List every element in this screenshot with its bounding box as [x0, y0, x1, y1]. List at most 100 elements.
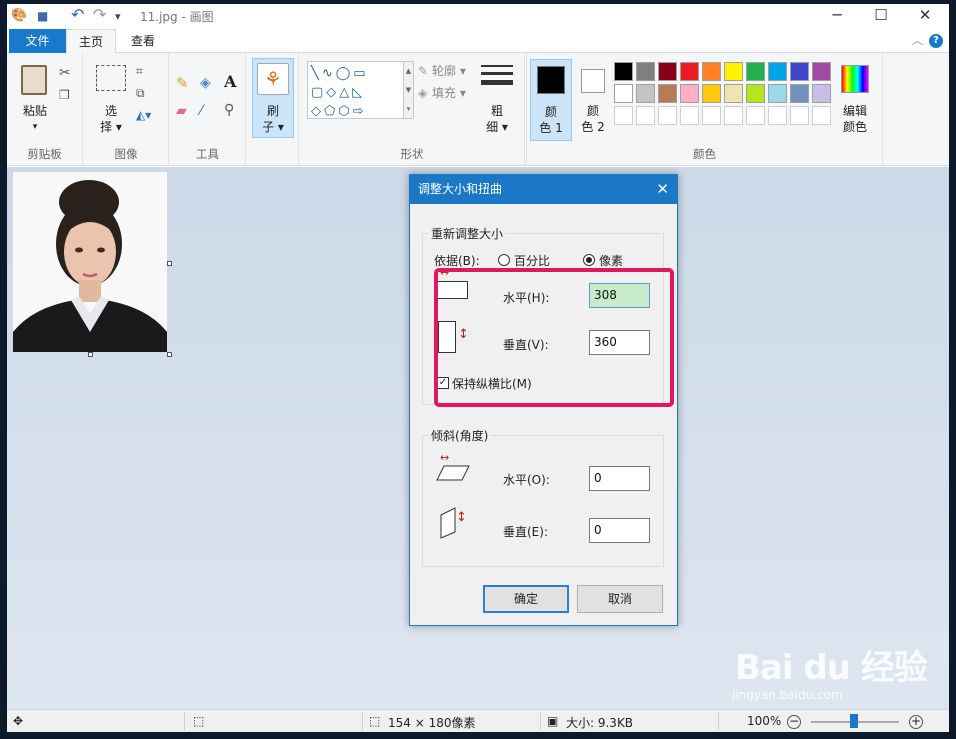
- maximize-button[interactable]: ☐: [859, 4, 903, 28]
- cut-icon[interactable]: ✂: [59, 65, 71, 81]
- fill-label[interactable]: 填充 ▾: [432, 85, 466, 101]
- brush-label-2[interactable]: 子 ▾: [253, 119, 293, 135]
- pixels-radio[interactable]: [583, 254, 595, 266]
- paste-dropdown[interactable]: ▾: [15, 119, 55, 135]
- shapes-group-label: 形状: [400, 147, 424, 161]
- size-line-medium: [481, 72, 513, 75]
- percent-label[interactable]: 百分比: [514, 252, 550, 269]
- outline-icon[interactable]: ✎: [418, 63, 428, 79]
- redo-icon[interactable]: ↷: [93, 5, 106, 24]
- tab-view[interactable]: 查看: [118, 29, 168, 53]
- dialog-title: 调整大小和扭曲: [410, 175, 677, 204]
- customize-toolbar-icon[interactable]: ▾: [115, 10, 121, 23]
- skew-horizontal-icon: [436, 465, 470, 481]
- percent-radio[interactable]: [498, 254, 510, 266]
- skew-vertical-icon: [440, 507, 456, 539]
- size-line-thin: [481, 65, 513, 67]
- fill-icon[interactable]: ◈: [418, 85, 427, 101]
- file-size-icon: ▣: [547, 714, 559, 728]
- tab-file[interactable]: 文件: [9, 29, 66, 53]
- select-icon[interactable]: [96, 65, 126, 91]
- zoom-out-button[interactable]: −: [787, 715, 801, 729]
- title-bar: 🎨 ■ ↶ ↷ ▾ 11.jpg - 画图 ─ ☐ ✕: [7, 4, 949, 29]
- image-canvas[interactable]: [13, 172, 167, 352]
- baidu-watermark-url: jingyan.baidu.com: [732, 688, 843, 702]
- minimize-button[interactable]: ─: [815, 4, 859, 28]
- status-separator-1: [184, 712, 185, 730]
- tab-home[interactable]: 主页: [66, 29, 116, 54]
- skew-vertical-label: 垂直(E):: [503, 525, 548, 539]
- image-group-label: 图像: [114, 147, 138, 161]
- zoom-level: 100%: [747, 714, 782, 728]
- clipboard-group: 粘贴 ▾ ✂ ❐ 剪贴板: [7, 53, 83, 166]
- status-bar: ✥ ⬚ ⬚ 154 × 180像素 ▣ 大小: 9.3KB 100% − +: [7, 709, 949, 732]
- skew-vertical-input[interactable]: 0: [589, 518, 650, 543]
- brush-icon[interactable]: ⚘: [257, 63, 289, 95]
- portrait-photo: [13, 172, 167, 352]
- size-button[interactable]: 粗 细 ▾: [477, 61, 517, 141]
- eraser-icon[interactable]: ▰: [176, 103, 187, 119]
- colors-group-label: 颜色: [693, 147, 716, 161]
- paste-icon[interactable]: [21, 65, 47, 95]
- magnifier-icon[interactable]: ⚲: [224, 102, 234, 118]
- undo-icon[interactable]: ↶: [71, 5, 84, 24]
- tools-group: ✎ ◈ A ▰ ⁄ ⚲ 工具: [170, 53, 246, 166]
- cancel-button[interactable]: 取消: [577, 585, 663, 613]
- ribbon: 粘贴 ▾ ✂ ❐ 剪贴板 选 择 ▾ ⌗ ⧉ ◭▾ 图像 ✎ ◈ A ▰ ⁄ ⚲…: [7, 53, 949, 166]
- size-line-thick: [481, 80, 513, 85]
- brush-group: ⚘ 刷 子 ▾: [247, 53, 299, 166]
- save-icon[interactable]: ■: [37, 9, 48, 23]
- brush-label-1[interactable]: 刷: [253, 103, 293, 119]
- resize-handle-right[interactable]: [167, 261, 172, 266]
- close-button[interactable]: ✕: [903, 4, 947, 28]
- text-tool-icon[interactable]: A: [224, 74, 236, 90]
- image-group: 选 择 ▾ ⌗ ⧉ ◭▾ 图像: [84, 53, 169, 166]
- color-picker-icon[interactable]: ⁄: [200, 103, 202, 119]
- fill-bucket-icon[interactable]: ◈: [200, 75, 211, 91]
- skew-group-label: 倾斜(角度): [429, 427, 491, 444]
- image-size-text: 154 × 180像素: [388, 716, 476, 730]
- resize-icon[interactable]: ⧉: [136, 85, 145, 101]
- shapes-icons[interactable]: ╲∿◯▭ ▢◇△◺ ◇⬠⬡⇨: [311, 64, 395, 121]
- outline-label[interactable]: 轮廓 ▾: [432, 63, 466, 79]
- shapes-scroll[interactable]: ▲ ▼ ▾: [404, 61, 414, 119]
- crop-icon[interactable]: ⌗: [136, 63, 143, 79]
- status-separator-3: [540, 712, 541, 730]
- resize-group-label: 重新调整大小: [429, 225, 506, 242]
- clipboard-group-label: 剪贴板: [27, 147, 62, 161]
- colors-group: 颜色: [526, 53, 883, 166]
- help-icon[interactable]: ?: [929, 34, 943, 48]
- tools-group-label: 工具: [196, 147, 219, 161]
- collapse-ribbon-icon[interactable]: ︿: [912, 32, 923, 48]
- pixels-label[interactable]: 像素: [599, 252, 623, 269]
- skew-horizontal-input[interactable]: 0: [589, 466, 650, 491]
- ok-button[interactable]: 确定: [483, 585, 569, 613]
- zoom-slider-thumb[interactable]: [850, 714, 858, 728]
- paste-label[interactable]: 粘贴: [15, 103, 55, 119]
- window-title: 11.jpg - 画图: [140, 10, 214, 24]
- pencil-icon[interactable]: ✎: [176, 75, 189, 91]
- shapes-gallery[interactable]: ╲∿◯▭ ▢◇△◺ ◇⬠⬡⇨: [307, 61, 404, 119]
- skew-horizontal-label: 水平(O):: [503, 473, 550, 487]
- skew-horizontal-arrow-icon: ↔: [440, 451, 450, 464]
- baidu-watermark: Bai du 经验: [735, 648, 928, 688]
- selection-size-icon: ⬚: [193, 714, 205, 728]
- status-separator-4: [718, 712, 719, 730]
- dialog-close-button[interactable]: ✕: [656, 179, 669, 199]
- status-separator-2: [362, 712, 363, 730]
- select-label-2[interactable]: 择 ▾: [91, 119, 131, 135]
- skew-vertical-arrow-icon: ↕: [456, 510, 467, 525]
- rotate-icon[interactable]: ◭▾: [136, 107, 151, 123]
- resize-handle-corner[interactable]: [167, 352, 172, 357]
- skew-fieldset: [422, 435, 664, 567]
- highlight-annotation: [434, 268, 674, 407]
- resize-handle-bottom[interactable]: [88, 352, 93, 357]
- size-label-1[interactable]: 粗: [477, 103, 517, 119]
- size-label-2[interactable]: 细 ▾: [477, 119, 517, 135]
- image-size-icon: ⬚: [369, 714, 381, 728]
- zoom-in-button[interactable]: +: [909, 715, 923, 729]
- select-label-1[interactable]: 选: [91, 103, 131, 119]
- copy-icon[interactable]: ❐: [59, 87, 70, 103]
- paint-app-icon: 🎨: [11, 8, 28, 23]
- file-size-text: 大小: 9.3KB: [566, 716, 634, 730]
